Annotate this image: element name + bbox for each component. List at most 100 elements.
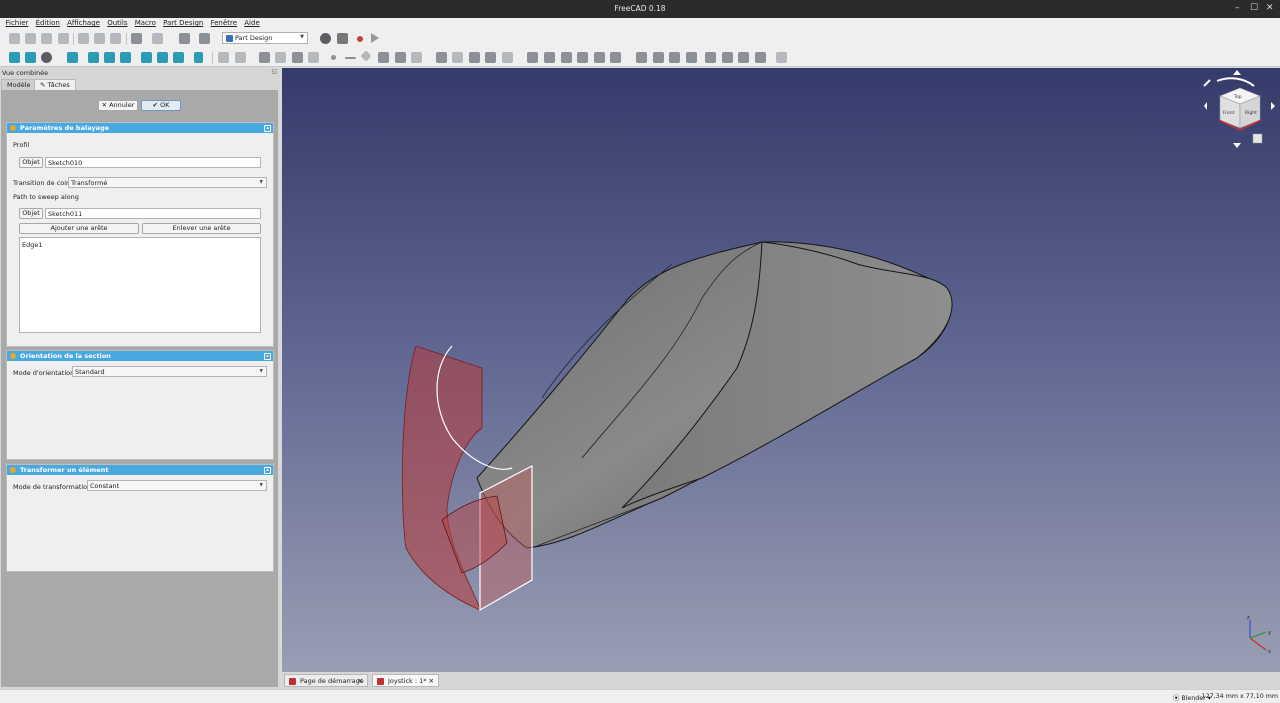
print-icon[interactable]	[58, 33, 69, 44]
polar-pattern-icon[interactable]	[669, 52, 680, 63]
profile-object-button[interactable]: Objet	[19, 157, 43, 168]
shape-binder-icon[interactable]	[308, 52, 319, 63]
subtractive-sweep-icon[interactable]	[594, 52, 605, 63]
create-part-icon[interactable]	[235, 52, 246, 63]
local-cs-icon[interactable]	[378, 52, 389, 63]
tab-modele[interactable]: Modèle	[1, 79, 37, 90]
remove-edge-button[interactable]: Enlever une arête	[142, 223, 261, 234]
mirrored-icon[interactable]	[636, 52, 647, 63]
profile-field[interactable]: Sketch010	[45, 157, 261, 168]
draw-style-icon[interactable]	[41, 52, 52, 63]
linear-pattern-icon[interactable]	[653, 52, 664, 63]
datum-line-icon[interactable]	[345, 57, 356, 59]
tab-joystick[interactable]: Joystick : 1* ✕	[372, 674, 439, 687]
additive-primitive-icon[interactable]	[502, 52, 513, 63]
sweep-preview[interactable]	[401, 345, 533, 612]
fillet-icon[interactable]	[705, 52, 716, 63]
validate-sketch-icon[interactable]	[275, 52, 286, 63]
multi-transform-icon[interactable]	[686, 52, 697, 63]
transform-element-header[interactable]: Transformer un élément ▴	[7, 465, 273, 475]
cancel-button[interactable]: ✕ Annuler	[98, 100, 138, 111]
whats-this-icon[interactable]	[199, 33, 210, 44]
save-file-icon[interactable]	[41, 33, 52, 44]
list-item[interactable]: Edge1	[22, 241, 260, 249]
menu-fichier[interactable]: Fichier	[3, 18, 31, 27]
collapse-icon[interactable]: ▴	[264, 352, 271, 360]
create-body-icon[interactable]	[218, 52, 229, 63]
isometric-view-icon[interactable]	[67, 52, 78, 63]
corner-transition-select[interactable]: Transformé ▼	[68, 177, 267, 188]
subtractive-loft-icon[interactable]	[577, 52, 588, 63]
menu-fenetre[interactable]: Fenêtre	[208, 18, 239, 27]
thickness-icon[interactable]	[755, 52, 766, 63]
sub-shape-binder-icon[interactable]	[411, 52, 422, 63]
draft-icon[interactable]	[738, 52, 749, 63]
maximize-button[interactable]: ☐	[1250, 3, 1258, 13]
groove-icon[interactable]	[561, 52, 572, 63]
front-view-icon[interactable]	[88, 52, 99, 63]
close-window-button[interactable]: ✕	[1266, 3, 1274, 13]
left-view-icon[interactable]	[173, 52, 184, 63]
sweep-icon[interactable]	[485, 52, 496, 63]
workbench-selector[interactable]: Part Design ▼	[222, 32, 308, 44]
new-file-icon[interactable]	[9, 33, 20, 44]
menu-aide[interactable]: Aide	[242, 18, 262, 27]
undo-icon[interactable]	[131, 33, 142, 44]
clone-icon[interactable]	[395, 52, 406, 63]
revolution-icon[interactable]	[452, 52, 463, 63]
bottom-view-icon[interactable]	[157, 52, 168, 63]
navigation-cube[interactable]: Top Front Right	[1203, 70, 1275, 148]
top-view-icon[interactable]	[104, 52, 115, 63]
right-view-icon[interactable]	[120, 52, 131, 63]
tab-start-page[interactable]: Page de démarrage ✕	[284, 674, 368, 687]
orientation-mode-select[interactable]: Standard ▼	[72, 366, 267, 377]
copy-icon[interactable]	[94, 33, 105, 44]
joystick-solid[interactable]	[476, 241, 953, 549]
stop-macro-icon[interactable]	[337, 33, 348, 44]
section-orientation-header[interactable]: Orientation de la section ▴	[7, 351, 273, 361]
panel-float-icon[interactable]: ◱	[271, 68, 277, 75]
tab-taches[interactable]: ✎ Tâches	[34, 79, 76, 90]
fit-selection-icon[interactable]	[25, 52, 36, 63]
close-icon[interactable]: ✕	[429, 677, 434, 685]
transform-mode-select[interactable]: Constant ▼	[87, 480, 267, 491]
menu-part-design[interactable]: Part Design	[161, 18, 206, 27]
sketch-icon[interactable]	[259, 52, 270, 63]
datum-plane-icon[interactable]	[360, 50, 372, 62]
datum-point-icon[interactable]	[331, 55, 336, 60]
redo-icon[interactable]	[152, 33, 163, 44]
cut-icon[interactable]	[78, 33, 89, 44]
menu-affichage[interactable]: Affichage	[65, 18, 103, 27]
rear-view-icon[interactable]	[141, 52, 152, 63]
fit-all-icon[interactable]	[9, 52, 20, 63]
paste-icon[interactable]	[110, 33, 121, 44]
ok-button[interactable]: ✔ OK	[141, 100, 181, 111]
measure-icon[interactable]	[194, 52, 203, 63]
edge-list[interactable]: Edge1	[19, 237, 261, 333]
collapse-icon[interactable]: ▴	[264, 124, 271, 132]
attach-sketch-icon[interactable]	[292, 52, 303, 63]
add-edge-button[interactable]: Ajouter une arête	[19, 223, 139, 234]
hole-icon[interactable]	[544, 52, 555, 63]
pocket-icon[interactable]	[527, 52, 538, 63]
menu-macro[interactable]: Macro	[132, 18, 158, 27]
chamfer-icon[interactable]	[722, 52, 733, 63]
pad-icon[interactable]	[436, 52, 447, 63]
loft-icon[interactable]	[469, 52, 480, 63]
run-macro-icon[interactable]	[371, 33, 379, 43]
refresh-icon[interactable]	[179, 33, 190, 44]
3d-viewport[interactable]: Top Front Right z y x	[282, 68, 1280, 672]
record-macro-icon[interactable]	[320, 33, 331, 44]
3d-scene[interactable]: Top Front Right z y x	[282, 68, 1280, 672]
menu-edition[interactable]: Édition	[33, 18, 62, 27]
menu-outils[interactable]: Outils	[105, 18, 130, 27]
close-icon[interactable]: ✕	[358, 677, 363, 685]
subtractive-primitive-icon[interactable]	[610, 52, 621, 63]
path-field[interactable]: Sketch011	[45, 208, 261, 219]
minimize-button[interactable]: –	[1235, 3, 1240, 13]
navcube-menu-icon[interactable]	[1252, 133, 1263, 144]
sweep-parameters-header[interactable]: Paramètres de balayage ▴	[7, 123, 273, 133]
macro-debug-icon[interactable]	[357, 36, 363, 42]
collapse-icon[interactable]: ▴	[264, 466, 271, 474]
boolean-icon[interactable]	[776, 52, 787, 63]
